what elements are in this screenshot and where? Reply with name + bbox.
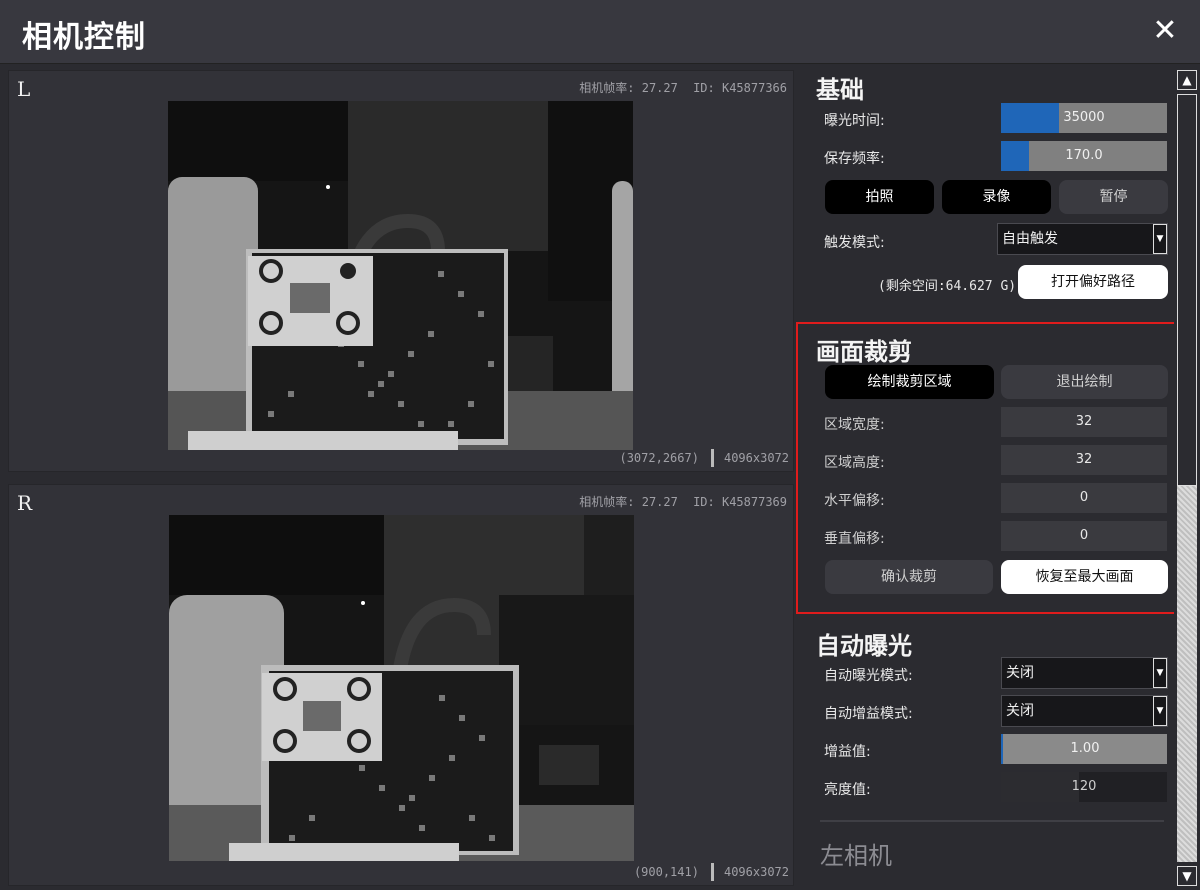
camera-status: (900,141) 4096x3072	[634, 863, 789, 881]
camera-fps: 相机帧率: 27.27	[579, 495, 678, 509]
crop-height-input[interactable]: 32	[1001, 445, 1167, 475]
camera-id: ID: K45877366	[693, 81, 787, 95]
status-separator	[710, 449, 714, 467]
record-button[interactable]: 录像	[942, 180, 1051, 214]
right-camera-image[interactable]	[169, 515, 634, 861]
crop-width-input[interactable]: 32	[1001, 407, 1167, 437]
camera-resolution: 4096x3072	[723, 451, 789, 465]
horizontal-offset-label: 水平偏移:	[824, 493, 885, 509]
scroll-down-icon[interactable]: ▼	[1177, 866, 1197, 886]
camera-frame-image	[169, 515, 634, 861]
exposure-label: 曝光时间:	[824, 113, 885, 129]
camera-frame-image	[168, 101, 633, 450]
scrollbar-thumb[interactable]	[1177, 94, 1197, 486]
open-path-button[interactable]: 打开偏好路径	[1018, 265, 1168, 299]
save-rate-value: 170.0	[1065, 148, 1103, 163]
basic-section-title: 基础	[816, 76, 864, 104]
trigger-mode-value: 自由触发	[1002, 231, 1058, 247]
camera-preview-pane: L 相机帧率: 27.27 ID: K45877366 (3072,2667) …	[0, 66, 800, 890]
horizontal-offset-input[interactable]: 0	[1001, 483, 1167, 513]
vertical-offset-input[interactable]: 0	[1001, 521, 1167, 551]
chevron-down-icon[interactable]: ▼	[1153, 224, 1167, 254]
auto-exposure-mode-value: 关闭	[1006, 665, 1034, 681]
camera-letter: R	[17, 491, 33, 515]
exposure-slider[interactable]: 35000	[1001, 103, 1167, 133]
camera-info: 相机帧率: 27.27 ID: K45877369	[571, 493, 787, 510]
camera-resolution: 4096x3072	[723, 865, 789, 879]
camera-status: (3072,2667) 4096x3072	[619, 449, 789, 467]
exit-draw-button[interactable]: 退出绘制	[1001, 365, 1168, 399]
restore-max-button[interactable]: 恢复至最大画面	[1001, 560, 1168, 594]
gain-slider[interactable]: 1.00	[1001, 734, 1167, 764]
camera-info: 相机帧率: 27.27 ID: K45877366	[571, 79, 787, 96]
left-camera-image[interactable]	[168, 101, 633, 450]
cursor-coordinates: (900,141)	[633, 865, 699, 879]
status-separator	[710, 863, 714, 881]
right-camera-view[interactable]: R 相机帧率: 27.27 ID: K45877369 (900,141) 40…	[8, 484, 794, 886]
cursor-coordinates: (3072,2667)	[619, 451, 699, 465]
auto-gain-mode-select[interactable]: 关闭 ▼	[1001, 695, 1168, 727]
auto-gain-mode-label: 自动增益模式:	[824, 706, 913, 722]
left-camera-view[interactable]: L 相机帧率: 27.27 ID: K45877366 (3072,2667) …	[8, 70, 794, 472]
save-rate-label: 保存频率:	[824, 151, 885, 167]
auto-exposure-mode-select[interactable]: 关闭 ▼	[1001, 657, 1168, 689]
left-camera-section-title: 左相机	[820, 842, 892, 870]
crop-height-label: 区域高度:	[824, 455, 885, 471]
photo-button[interactable]: 拍照	[825, 180, 934, 214]
chevron-down-icon[interactable]: ▼	[1153, 658, 1167, 688]
title-bar: 相机控制 ✕	[0, 0, 1200, 64]
window-title: 相机控制	[22, 20, 146, 55]
camera-id: ID: K45877369	[693, 495, 787, 509]
camera-letter: L	[17, 77, 31, 101]
vertical-offset-label: 垂直偏移:	[824, 531, 885, 547]
close-icon[interactable]: ✕	[1148, 14, 1182, 48]
brightness-slider[interactable]: 120	[1001, 772, 1167, 802]
crop-width-label: 区域宽度:	[824, 417, 885, 433]
save-rate-slider[interactable]: 170.0	[1001, 141, 1167, 171]
gain-value: 1.00	[1070, 741, 1100, 756]
remaining-space-label: (剩余空间:64.627 G)	[878, 279, 1017, 294]
trigger-mode-label: 触发模式:	[824, 235, 885, 251]
chevron-down-icon[interactable]: ▼	[1153, 696, 1167, 726]
pause-button[interactable]: 暂停	[1059, 180, 1168, 214]
exposure-value: 35000	[1063, 110, 1105, 125]
brightness-value: 120	[1071, 779, 1097, 794]
section-divider	[820, 820, 1164, 822]
draw-crop-button[interactable]: 绘制裁剪区域	[825, 365, 994, 399]
camera-fps: 相机帧率: 27.27	[579, 81, 678, 95]
gain-label: 增益值:	[824, 744, 871, 760]
crop-section-title: 画面裁剪	[816, 338, 912, 366]
brightness-label: 亮度值:	[824, 782, 871, 798]
auto-exposure-section-title: 自动曝光	[816, 632, 912, 660]
scroll-up-icon[interactable]: ▲	[1177, 70, 1197, 90]
settings-scrollbar[interactable]: ▲ ▼	[1174, 66, 1200, 890]
confirm-crop-button[interactable]: 确认裁剪	[825, 560, 993, 594]
trigger-mode-select[interactable]: 自由触发 ▼	[997, 223, 1168, 255]
auto-gain-mode-value: 关闭	[1006, 703, 1034, 719]
auto-exposure-mode-label: 自动曝光模式:	[824, 668, 913, 684]
